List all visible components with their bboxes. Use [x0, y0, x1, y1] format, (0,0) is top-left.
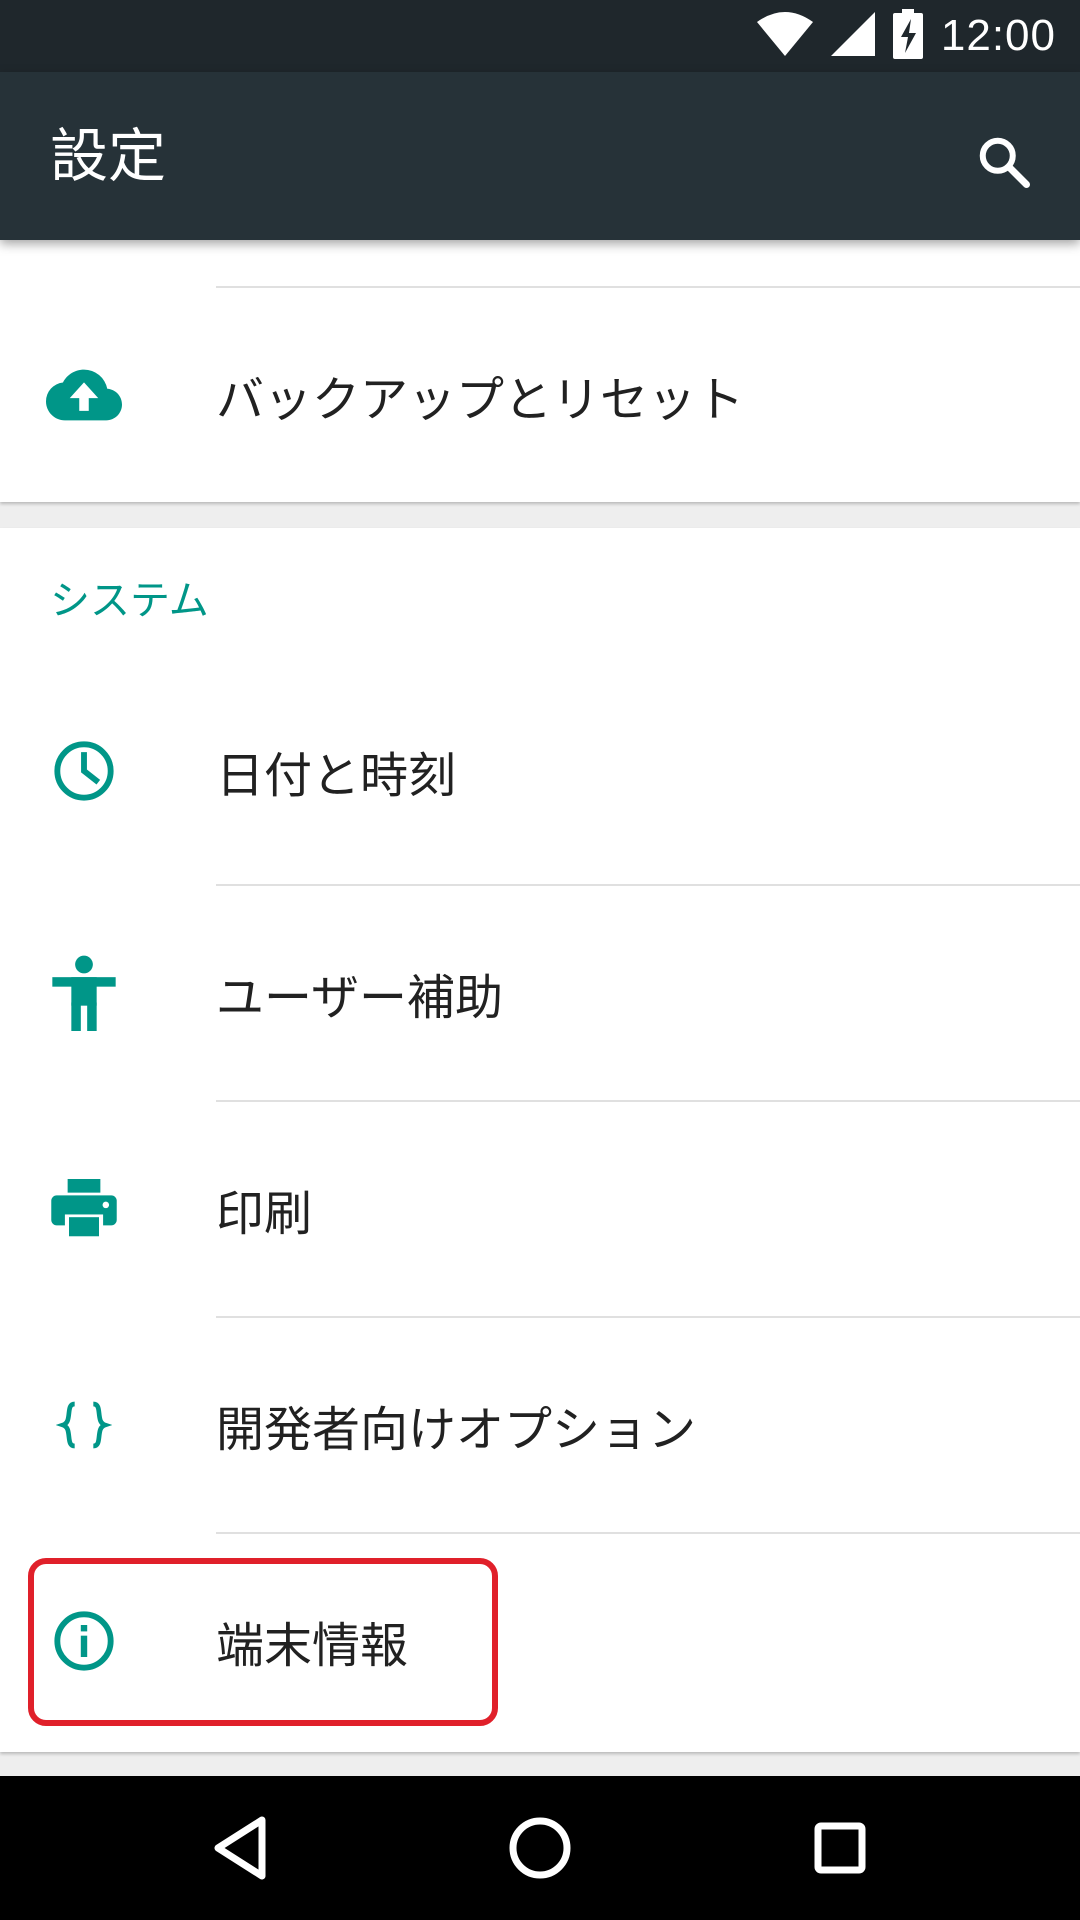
navigation-bar — [0, 1776, 1080, 1920]
section-header-system: システム — [50, 578, 209, 624]
settings-card-top: バックアップとリセット — [0, 240, 1080, 502]
page-title: 設定 — [50, 122, 167, 190]
settings-item-label: 日付と時刻 — [216, 748, 457, 804]
settings-item-label: バックアップとリセット — [216, 372, 745, 428]
back-button[interactable] — [198, 1806, 282, 1890]
cell-signal-icon — [830, 12, 875, 60]
settings-item-backup-reset[interactable]: バックアップとリセット — [0, 288, 1080, 502]
settings-item-accessibility[interactable]: ユーザー補助 — [0, 886, 1080, 1100]
highlight-box — [28, 1558, 498, 1726]
app-bar: 設定 — [0, 72, 1080, 240]
search-button[interactable] — [964, 122, 1044, 202]
printer-icon — [44, 1169, 124, 1249]
status-bar: 12:00 — [0, 0, 1080, 72]
settings-item-label: 印刷 — [216, 1186, 313, 1242]
back-icon — [214, 1816, 266, 1880]
accessibility-icon — [44, 953, 124, 1033]
settings-item-label: 開発者向けオプション — [216, 1402, 697, 1458]
settings-item-date-time[interactable]: 日付と時刻 — [0, 664, 1080, 878]
settings-item-printing[interactable]: 印刷 — [0, 1102, 1080, 1316]
status-time: 12:00 — [940, 11, 1056, 60]
home-icon — [509, 1817, 571, 1879]
status-icons: 12:00 — [756, 0, 1056, 72]
search-icon — [979, 137, 1030, 188]
settings-item-developer-options[interactable]: 開発者向けオプション — [0, 1318, 1080, 1532]
clock-icon — [44, 731, 124, 811]
battery-charging-icon — [892, 9, 923, 63]
cloud-upload-icon — [44, 355, 124, 435]
recents-button[interactable] — [798, 1806, 882, 1890]
wifi-icon — [756, 12, 813, 60]
settings-item-label: ユーザー補助 — [216, 970, 504, 1026]
home-button[interactable] — [498, 1806, 582, 1890]
recents-icon — [814, 1822, 866, 1874]
braces-icon — [44, 1385, 124, 1465]
